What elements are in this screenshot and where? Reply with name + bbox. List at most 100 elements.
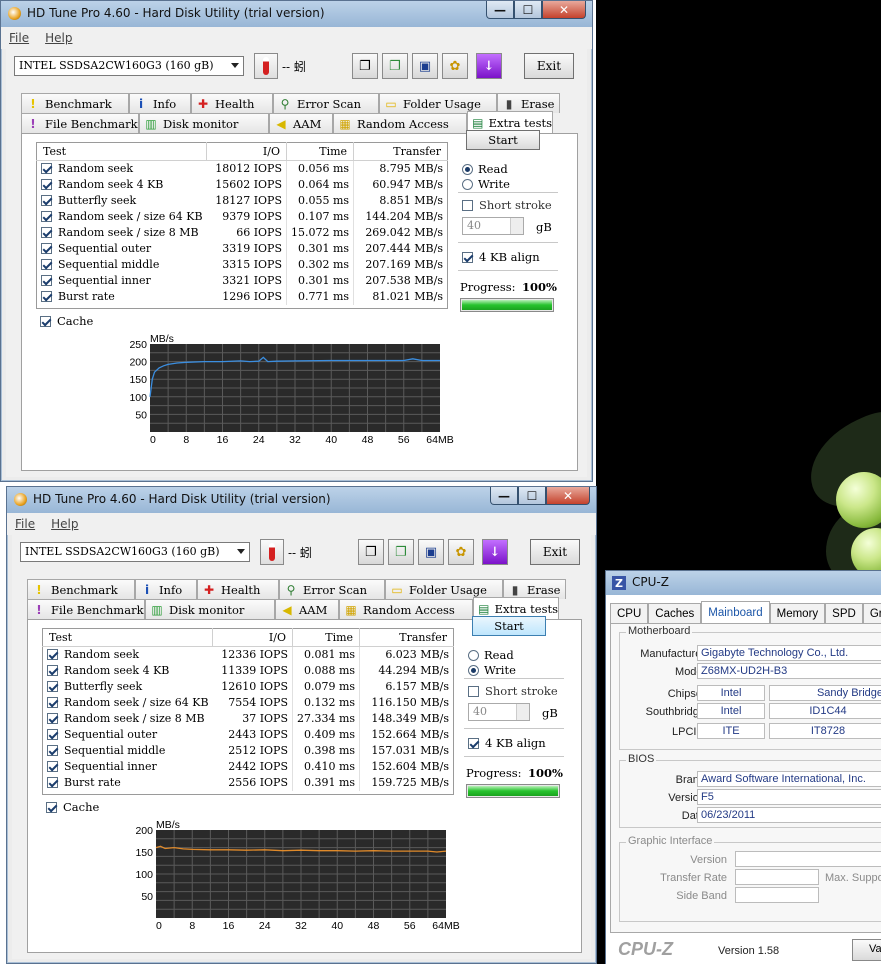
cpuz-titlebar[interactable]: Z CPU-Z	[606, 571, 881, 595]
save-button[interactable]: ▣	[418, 539, 444, 565]
read-radio[interactable]: Read	[462, 162, 508, 176]
cache-checkbox[interactable]	[46, 802, 57, 813]
tab-aam[interactable]: ◀ AAM	[269, 113, 333, 133]
col-transfer[interactable]: Transfer	[359, 628, 454, 647]
col-test[interactable]: Test	[36, 142, 208, 161]
maximize-button[interactable]: ☐	[518, 487, 546, 505]
drive-select[interactable]: INTEL SSDSA2CW160G3 (160 gB)	[20, 542, 250, 562]
exit-button[interactable]: Exit	[524, 53, 574, 79]
test-checkbox[interactable]	[47, 681, 58, 692]
test-checkbox[interactable]	[47, 713, 58, 724]
col-time[interactable]: Time	[286, 142, 355, 161]
tab-health[interactable]: ✚ Health	[197, 579, 279, 599]
start-button[interactable]: Start	[472, 616, 546, 636]
tab-erase[interactable]: ▮ Erase	[503, 579, 566, 599]
tab-graphics[interactable]: Grap	[862, 603, 881, 623]
save-button[interactable]: ▣	[412, 53, 438, 79]
cache-option[interactable]: Cache	[40, 314, 93, 328]
tab-disk-monitor[interactable]: ▥ Disk monitor	[145, 599, 275, 619]
test-checkbox[interactable]	[41, 259, 52, 270]
tab-folder-usage[interactable]: ▭ Folder Usage	[379, 93, 497, 113]
test-checkbox[interactable]	[47, 729, 58, 740]
test-checkbox[interactable]	[41, 243, 52, 254]
tab-random-access[interactable]: ▦ Random Access	[333, 113, 467, 133]
test-checkbox[interactable]	[47, 777, 58, 788]
download-button[interactable]: ↓	[482, 539, 508, 565]
tab-memory[interactable]: Memory	[769, 603, 826, 623]
download-button[interactable]: ↓	[476, 53, 502, 79]
tab-erase[interactable]: ▮ Erase	[497, 93, 560, 113]
align-option[interactable]: 4 KB align	[462, 250, 540, 264]
align-checkbox[interactable]	[462, 252, 473, 263]
read-radio[interactable]: Read	[468, 648, 514, 662]
minimize-button[interactable]: —	[486, 1, 514, 19]
test-checkbox[interactable]	[41, 179, 52, 190]
tab-caches[interactable]: Caches	[648, 603, 702, 623]
exit-button[interactable]: Exit	[530, 539, 580, 565]
tab-benchmark[interactable]: ! Benchmark	[27, 579, 135, 599]
test-checkbox[interactable]	[47, 761, 58, 772]
test-checkbox[interactable]	[41, 227, 52, 238]
col-io[interactable]: I/O	[212, 628, 293, 647]
copy-screenshot-button[interactable]: ❐	[388, 539, 414, 565]
cache-checkbox[interactable]	[40, 316, 51, 327]
short-stroke-option[interactable]: Short stroke	[468, 684, 558, 698]
options-button[interactable]: ✿	[448, 539, 474, 565]
tab-error-scan[interactable]: ⚲ Error Scan	[273, 93, 379, 113]
write-radio[interactable]: Write	[468, 663, 516, 677]
copy-text-button[interactable]: ❐	[358, 539, 384, 565]
tab-mainboard[interactable]: Mainboard	[701, 601, 770, 623]
copy-screenshot-button[interactable]: ❐	[382, 53, 408, 79]
test-checkbox[interactable]	[47, 697, 58, 708]
short-stroke-spinner[interactable]: 40	[462, 217, 524, 235]
test-checkbox[interactable]	[41, 275, 52, 286]
test-checkbox[interactable]	[47, 649, 58, 661]
tab-health[interactable]: ✚ Health	[191, 93, 273, 113]
test-checkbox[interactable]	[47, 745, 58, 756]
spinner-arrows[interactable]	[510, 218, 523, 234]
tab-disk-monitor[interactable]: ▥ Disk monitor	[139, 113, 269, 133]
tab-benchmark[interactable]: ! Benchmark	[21, 93, 129, 113]
validate-button[interactable]: Va	[852, 939, 881, 961]
test-checkbox[interactable]	[47, 665, 58, 676]
short-stroke-checkbox[interactable]	[462, 200, 473, 211]
short-stroke-checkbox[interactable]	[468, 686, 479, 697]
align-checkbox[interactable]	[468, 738, 479, 749]
tab-aam[interactable]: ◀ AAM	[275, 599, 339, 619]
short-stroke-spinner[interactable]: 40	[468, 703, 530, 721]
menu-file[interactable]: File	[9, 31, 29, 45]
menu-file[interactable]: File	[15, 517, 35, 531]
tab-info[interactable]: i Info	[135, 579, 197, 599]
test-checkbox[interactable]	[41, 291, 52, 302]
titlebar[interactable]: HD Tune Pro 4.60 - Hard Disk Utility (tr…	[7, 487, 596, 513]
test-checkbox[interactable]	[41, 195, 52, 206]
tab-info[interactable]: i Info	[129, 93, 191, 113]
col-test[interactable]: Test	[42, 628, 214, 647]
write-radio[interactable]: Write	[462, 177, 510, 191]
tab-file-benchmark[interactable]: ! File Benchmark	[21, 113, 139, 133]
test-checkbox[interactable]	[41, 211, 52, 222]
tab-error-scan[interactable]: ⚲ Error Scan	[279, 579, 385, 599]
maximize-button[interactable]: ☐	[514, 1, 542, 19]
start-button[interactable]: Start	[466, 130, 540, 150]
menu-help[interactable]: Help	[45, 31, 72, 45]
menu-help[interactable]: Help	[51, 517, 78, 531]
tab-folder-usage[interactable]: ▭ Folder Usage	[385, 579, 503, 599]
titlebar[interactable]: HD Tune Pro 4.60 - Hard Disk Utility (tr…	[1, 1, 592, 27]
minimize-button[interactable]: —	[490, 487, 518, 505]
close-button[interactable]: ✕	[542, 1, 586, 19]
tab-spd[interactable]: SPD	[825, 603, 863, 623]
test-checkbox[interactable]	[41, 163, 52, 175]
short-stroke-option[interactable]: Short stroke	[462, 198, 552, 212]
options-button[interactable]: ✿	[442, 53, 468, 79]
close-button[interactable]: ✕	[546, 487, 590, 505]
tab-random-access[interactable]: ▦ Random Access	[339, 599, 473, 619]
align-option[interactable]: 4 KB align	[468, 736, 546, 750]
col-transfer[interactable]: Transfer	[353, 142, 448, 161]
drive-select[interactable]: INTEL SSDSA2CW160G3 (160 gB)	[14, 56, 244, 76]
cache-option[interactable]: Cache	[46, 800, 99, 814]
col-time[interactable]: Time	[292, 628, 361, 647]
tab-cpu[interactable]: CPU	[610, 603, 649, 623]
tab-file-benchmark[interactable]: ! File Benchmark	[27, 599, 145, 619]
col-io[interactable]: I/O	[206, 142, 287, 161]
